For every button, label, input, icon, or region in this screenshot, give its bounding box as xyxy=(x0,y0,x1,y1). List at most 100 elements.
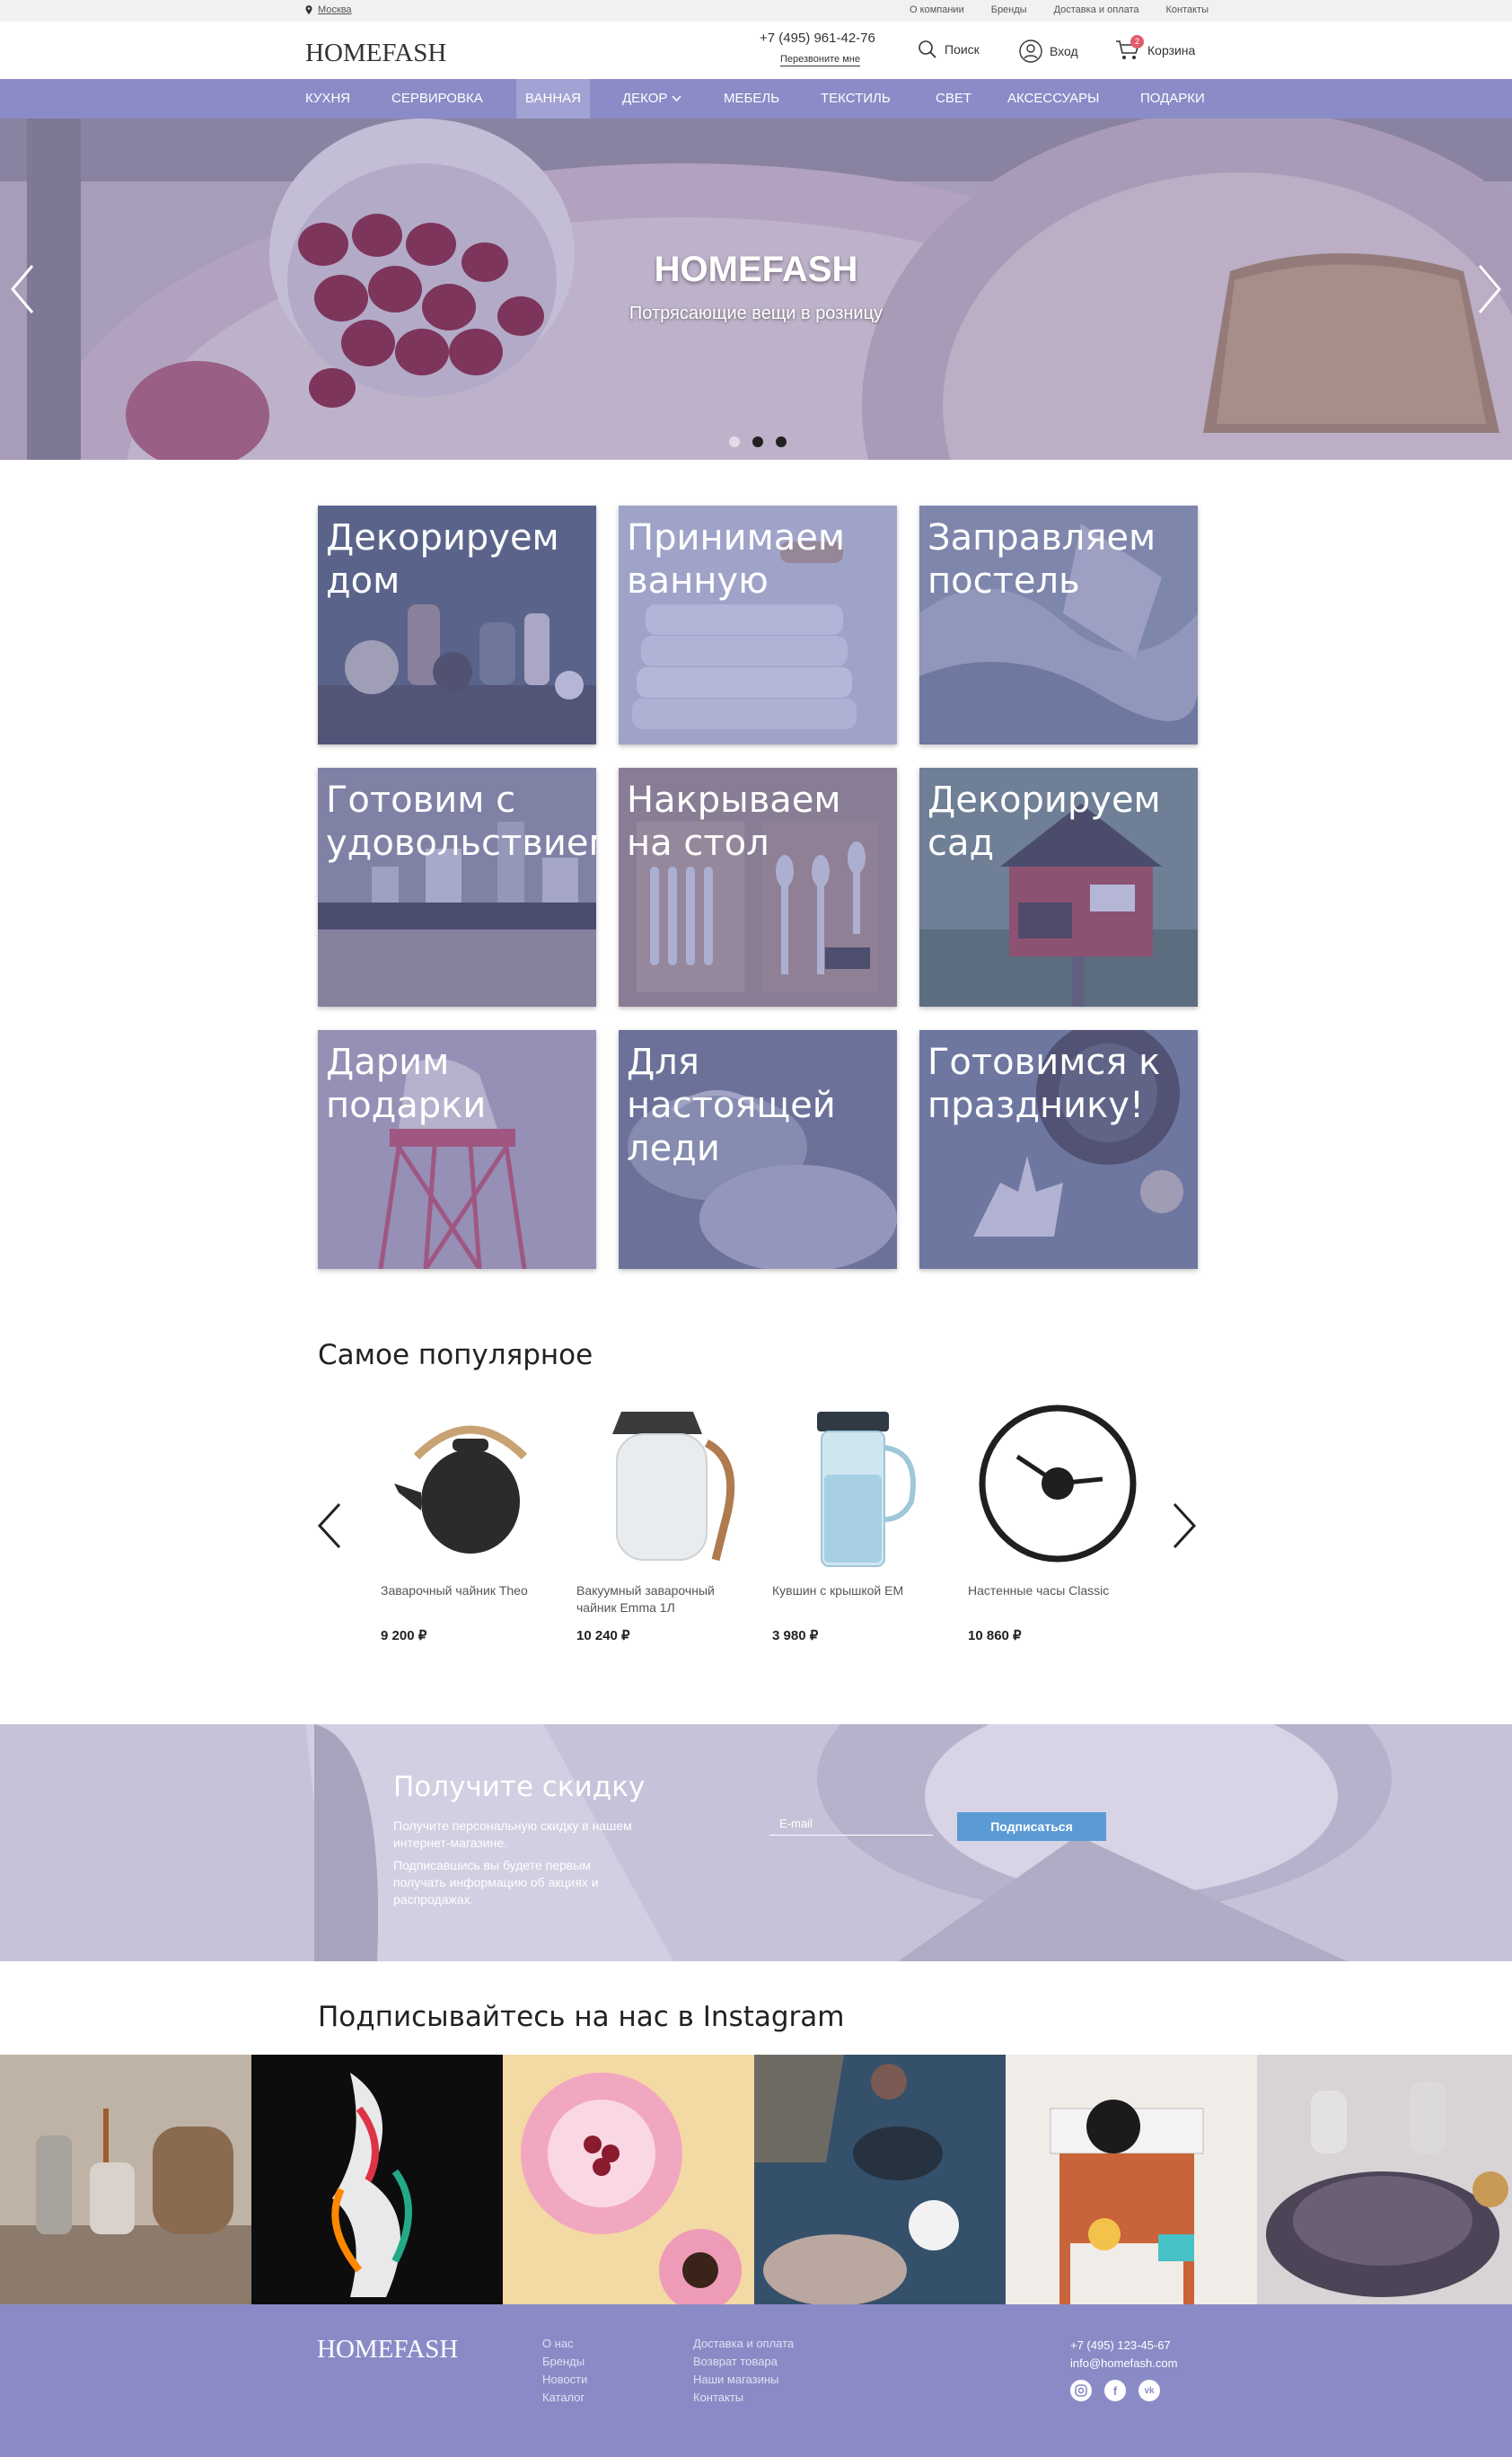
category-title: Готовим с удовольствием xyxy=(326,779,596,864)
social-links: f vk xyxy=(1070,2380,1160,2401)
instagram-icon[interactable] xyxy=(1070,2380,1092,2401)
city-selector[interactable]: Москва xyxy=(318,4,352,15)
nav-item-textile[interactable]: ТЕКСТИЛЬ xyxy=(821,79,891,119)
instagram-photo[interactable] xyxy=(1257,2055,1512,2304)
cart-count-badge: 2 xyxy=(1130,35,1144,48)
popular-next-arrow-icon[interactable] xyxy=(1171,1502,1198,1550)
category-title: Накрываем на стол xyxy=(627,779,841,864)
logo[interactable]: HOMEFASH xyxy=(305,39,446,68)
search-icon xyxy=(919,40,936,58)
search-button[interactable]: Поиск xyxy=(918,40,980,59)
product-price: 10 240 ₽ xyxy=(576,1628,630,1643)
footer-link-brands[interactable]: Бренды xyxy=(542,2355,587,2368)
header: HOMEFASH +7 (495) 961-42-76 Перезвоните … xyxy=(0,22,1512,79)
product-name[interactable]: Настенные часы Classic xyxy=(968,1582,1147,1599)
hero-prev-arrow-icon[interactable] xyxy=(7,262,40,316)
instagram-title: Подписывайтесь на нас в Instagram xyxy=(318,2001,845,2033)
callback-link[interactable]: Перезвоните мне xyxy=(780,54,860,66)
category-tile-bedding[interactable]: Заправляем постель xyxy=(919,506,1198,744)
hero-subtitle: Потрясающие вещи в розницу xyxy=(629,304,883,323)
product-name[interactable]: Вакуумный заварочный чайник Emma 1Л xyxy=(576,1582,756,1616)
email-input[interactable] xyxy=(769,1812,933,1836)
location-pin-icon xyxy=(305,5,312,14)
hero-dot-3[interactable] xyxy=(776,436,787,447)
hero-slider: HOMEFASH Потрясающие вещи в розницу xyxy=(0,119,1512,460)
facebook-icon[interactable]: f xyxy=(1104,2380,1126,2401)
footer-links-col-1: О нас Бренды Новости Каталог xyxy=(542,2337,587,2404)
instagram-photo[interactable] xyxy=(503,2055,754,2304)
nav-item-kitchen[interactable]: КУХНЯ xyxy=(305,79,350,119)
instagram-photo[interactable] xyxy=(1006,2055,1257,2304)
product-name[interactable]: Кувшин с крышкой EM xyxy=(772,1582,952,1599)
phone-number[interactable]: +7 (495) 961-42-76 xyxy=(760,31,875,46)
category-tile-table[interactable]: Накрываем на стол xyxy=(619,768,897,1007)
category-title: Декорируем дом xyxy=(326,517,559,602)
page: Москва О компании Бренды Доставка и опла… xyxy=(0,0,1512,2457)
footer-link-contacts[interactable]: Контакты xyxy=(693,2391,794,2404)
footer-contacts: +7 (495) 123-45-67 info@homefash.com xyxy=(1070,2337,1177,2373)
category-tile-bath[interactable]: Принимаем ванную xyxy=(619,506,897,744)
category-title: Готовимся к празднику! xyxy=(927,1042,1161,1126)
nav-item-decor[interactable]: ДЕКОР xyxy=(622,79,681,119)
instagram-image xyxy=(251,2055,503,2304)
category-tile-lady[interactable]: Для настоящей леди xyxy=(619,1030,897,1269)
login-button[interactable]: Вход xyxy=(1019,40,1078,63)
product-image xyxy=(612,1412,735,1562)
nav-item-light[interactable]: СВЕТ xyxy=(936,79,971,119)
footer-link-about[interactable]: О нас xyxy=(542,2337,587,2350)
nav-item-decor-label: ДЕКОР xyxy=(622,91,668,106)
nav-item-furniture[interactable]: МЕБЕЛЬ xyxy=(724,79,779,119)
popular-prev-arrow-icon[interactable] xyxy=(316,1502,343,1550)
product-image xyxy=(394,1425,528,1554)
category-title: Дарим подарки xyxy=(326,1042,487,1126)
nav-item-gifts[interactable]: ПОДАРКИ xyxy=(1140,79,1205,119)
instagram-image xyxy=(0,2055,251,2304)
product-image xyxy=(817,1412,916,1567)
footer: HOMEFASH О нас Бренды Новости Каталог До… xyxy=(0,2304,1512,2457)
search-label: Поиск xyxy=(945,42,980,57)
discount-banner: Получите скидку Получите персональную ск… xyxy=(0,1724,1512,1961)
category-tile-cooking[interactable]: Готовим с удовольствием xyxy=(318,768,596,1007)
top-links: О компании Бренды Доставка и оплата Конт… xyxy=(910,4,1209,15)
instagram-photo[interactable] xyxy=(0,2055,251,2304)
link-contacts[interactable]: Контакты xyxy=(1165,4,1209,15)
footer-phone[interactable]: +7 (495) 123-45-67 xyxy=(1070,2337,1177,2355)
vk-icon[interactable]: vk xyxy=(1138,2380,1160,2401)
footer-link-stores[interactable]: Наши магазины xyxy=(693,2373,794,2386)
footer-link-delivery[interactable]: Доставка и оплата xyxy=(693,2337,794,2350)
link-about[interactable]: О компании xyxy=(910,4,964,15)
product-name[interactable]: Заварочный чайник Theo xyxy=(381,1582,560,1599)
category-title: Принимаем ванную xyxy=(627,517,846,602)
category-tile-holiday[interactable]: Готовимся к празднику! xyxy=(919,1030,1198,1269)
instagram-image xyxy=(1006,2055,1257,2304)
nav-item-serving[interactable]: СЕРВИРОВКА xyxy=(391,79,483,119)
category-tile-garden[interactable]: Декорируем сад xyxy=(919,768,1198,1007)
nav-item-accessories[interactable]: АКСЕССУАРЫ xyxy=(1007,79,1099,119)
hero-pagination xyxy=(729,436,787,447)
cart-button[interactable]: 2 Корзина xyxy=(1115,35,1195,61)
link-brands[interactable]: Бренды xyxy=(991,4,1027,15)
instagram-image xyxy=(503,2055,754,2304)
product-image xyxy=(979,1405,1137,1563)
promo-text-1: Получите персональную скидку в нашем инт… xyxy=(393,1819,632,1850)
hero-dot-2[interactable] xyxy=(752,436,763,447)
category-tile-gifts[interactable]: Дарим подарки xyxy=(318,1030,596,1269)
footer-link-catalog[interactable]: Каталог xyxy=(542,2391,587,2404)
hero-dot-1[interactable] xyxy=(729,436,740,447)
popular-title: Самое популярное xyxy=(318,1339,593,1371)
category-title: Заправляем постель xyxy=(927,517,1156,602)
category-tile-decor-home[interactable]: Декорируем дом xyxy=(318,506,596,744)
nav-item-bath[interactable]: ВАННАЯ xyxy=(516,79,591,119)
instagram-photo[interactable] xyxy=(754,2055,1006,2304)
footer-email[interactable]: info@homefash.com xyxy=(1070,2355,1177,2373)
subscribe-button[interactable]: Подписаться xyxy=(957,1812,1106,1841)
footer-links-col-2: Доставка и оплата Возврат товара Наши ма… xyxy=(693,2337,794,2404)
hero-next-arrow-icon[interactable] xyxy=(1472,262,1505,316)
instagram-photo[interactable] xyxy=(251,2055,503,2304)
footer-link-news[interactable]: Новости xyxy=(542,2373,587,2386)
promo-image xyxy=(0,1724,1512,1961)
link-delivery[interactable]: Доставка и оплата xyxy=(1054,4,1139,15)
footer-logo[interactable]: HOMEFASH xyxy=(317,2335,458,2365)
footer-link-returns[interactable]: Возврат товара xyxy=(693,2355,794,2368)
top-bar: Москва О компании Бренды Доставка и опла… xyxy=(0,0,1512,22)
